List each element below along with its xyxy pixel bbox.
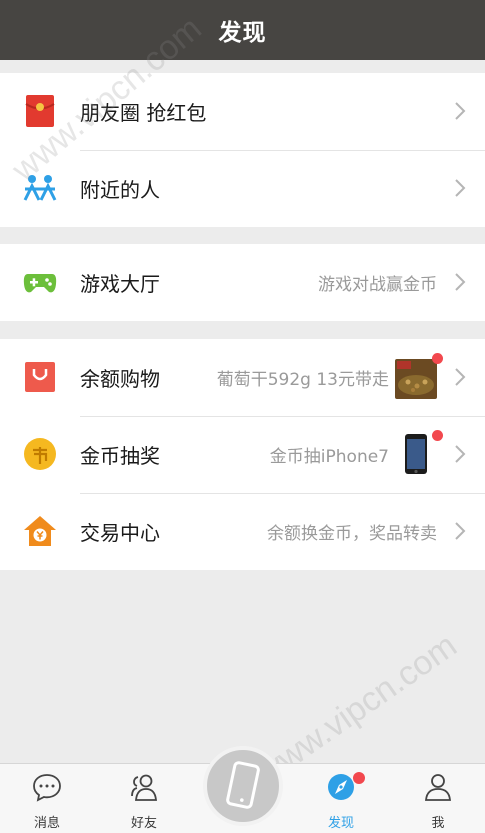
tab-label: 发现	[327, 816, 354, 831]
chevron-right-icon	[453, 271, 467, 293]
group-games: 游戏大厅 游戏对战赢金币	[0, 244, 485, 321]
people-nearby-icon	[22, 170, 58, 206]
shopping-bag-icon	[22, 359, 58, 395]
coin-icon	[22, 436, 58, 472]
list-item-trading-center[interactable]: 交易中心 余额换金币，奖品转卖	[0, 493, 485, 570]
chevron-right-icon	[453, 177, 467, 199]
tab-label: 我	[431, 816, 445, 831]
list-item-subtitle: 余额换金币，奖品转卖	[267, 524, 437, 544]
raisins-thumbnail	[395, 355, 437, 399]
chevron-right-icon	[453, 366, 467, 388]
tab-me[interactable]: 我	[398, 764, 478, 833]
tab-label: 好友	[130, 816, 157, 831]
chevron-right-icon	[453, 520, 467, 542]
list-item-subtitle: 金币抽iPhone7	[269, 447, 389, 467]
list-item-label: 交易中心	[80, 521, 160, 545]
chevron-right-icon	[453, 443, 467, 465]
group-shopping: 余额购物 葡萄干592g 13元带走 金币抽奖 金币抽iPhone7 交易中心 …	[0, 339, 485, 570]
red-envelope-icon	[22, 93, 58, 129]
list-item-subtitle: 游戏对战赢金币	[318, 275, 437, 295]
page-title: 发现	[218, 20, 267, 46]
notification-dot	[353, 772, 365, 784]
list-item-label: 附近的人	[80, 178, 160, 202]
compass-icon	[326, 772, 356, 802]
house-yen-icon	[22, 513, 58, 549]
group-social: 朋友圈 抢红包 附近的人	[0, 73, 485, 227]
list-item-game-hall[interactable]: 游戏大厅 游戏对战赢金币	[0, 244, 485, 321]
list-item-label: 游戏大厅	[80, 272, 160, 296]
center-phone-button[interactable]	[203, 746, 283, 826]
tab-friends[interactable]: 好友	[104, 764, 184, 833]
list-item-people-nearby[interactable]: 附近的人	[0, 150, 485, 227]
iphone-thumbnail	[395, 432, 437, 476]
top-bar: 发现	[0, 0, 485, 60]
tab-discover[interactable]: 发现	[301, 764, 381, 833]
list-item-subtitle: 葡萄干592g 13元带走	[216, 370, 389, 390]
list-item-label: 朋友圈 抢红包	[80, 101, 207, 125]
list-item-moments-red-envelope[interactable]: 朋友圈 抢红包	[0, 73, 485, 150]
list-item-coin-lottery[interactable]: 金币抽奖 金币抽iPhone7	[0, 416, 485, 493]
person-icon	[423, 772, 453, 802]
notification-dot	[432, 353, 443, 364]
notification-dot	[432, 430, 443, 441]
chevron-right-icon	[453, 100, 467, 122]
friends-icon	[129, 772, 159, 802]
tab-label: 消息	[33, 816, 60, 831]
phone-icon	[226, 761, 260, 809]
list-item-label: 金币抽奖	[80, 444, 160, 468]
chat-bubble-icon	[32, 772, 62, 802]
list-item-balance-shopping[interactable]: 余额购物 葡萄干592g 13元带走	[0, 339, 485, 416]
tab-messages[interactable]: 消息	[7, 764, 87, 833]
gamepad-icon	[22, 264, 58, 300]
list-item-label: 余额购物	[80, 367, 160, 391]
